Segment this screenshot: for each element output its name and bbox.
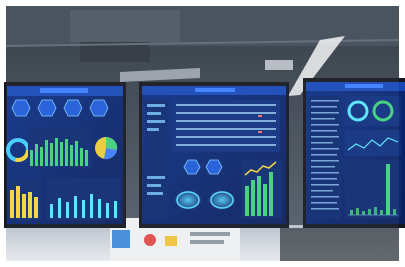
photo-haze (6, 6, 399, 261)
photo-scene (0, 0, 405, 267)
